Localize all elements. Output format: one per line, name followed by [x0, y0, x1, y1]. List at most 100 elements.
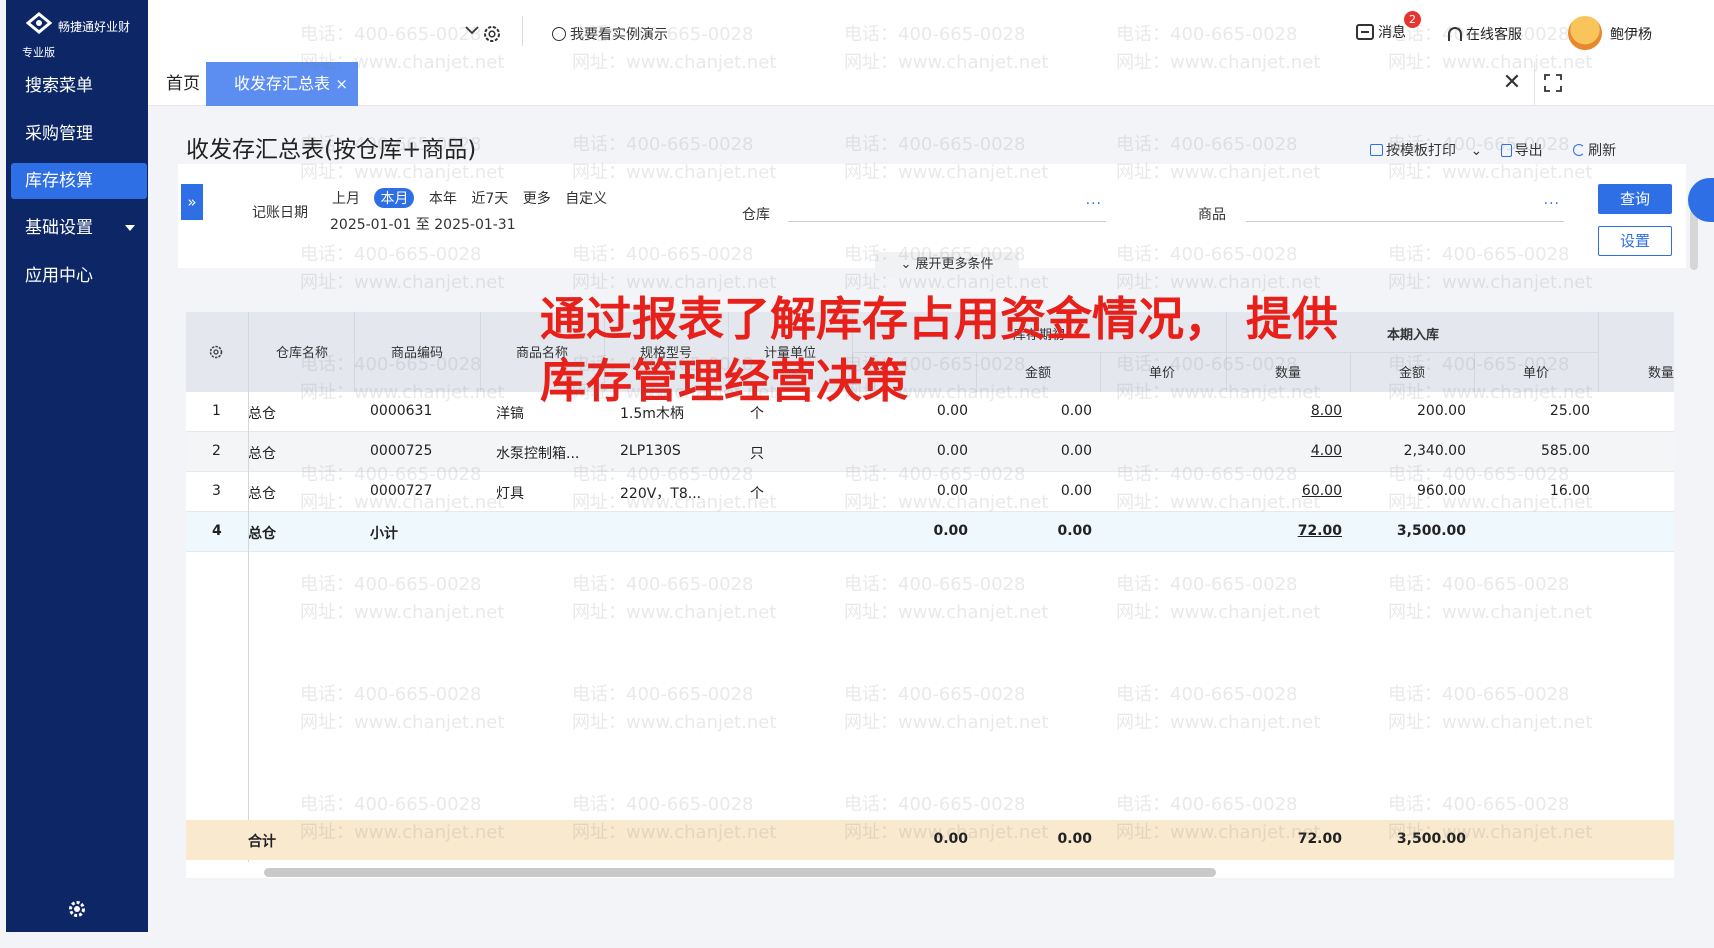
date-range[interactable]: 2025-01-01 至 2025-01-31 — [330, 214, 516, 234]
sidebar-item-search-menu[interactable]: 搜索菜单 — [11, 68, 147, 104]
date-filter-label: 记账日期 — [252, 205, 308, 221]
online-service-label: 在线客服 — [1466, 27, 1522, 43]
table-row[interactable]: 3 总仓 0000727 灯具 220V，T8... 个 0.00 0.00 6… — [186, 472, 1674, 512]
header-warehouse[interactable]: 仓库名称 — [250, 342, 354, 361]
demo-link[interactable]: 我要看实例演示 — [552, 24, 668, 44]
date-option-this-year[interactable]: 本年 — [429, 188, 457, 208]
chevron-down-icon — [465, 26, 479, 35]
subtotal-row[interactable]: 4 总仓 小计 0.00 0.00 72.00 3,500.00 — [186, 512, 1674, 552]
topbar: 我要看实例演示 消息 2 在线客服 鲍伊杨 — [148, 0, 1714, 62]
row-number: 4 — [212, 523, 222, 539]
warehouse-input[interactable]: ··· — [788, 192, 1106, 222]
gear-icon[interactable] — [66, 898, 88, 920]
header-divider — [1598, 312, 1599, 392]
cell-opening-amount: 0.00 — [1060, 443, 1092, 459]
date-option-last-7-days[interactable]: 近7天 — [471, 188, 508, 208]
messages-label: 消息 — [1378, 25, 1406, 41]
print-template-button[interactable]: 按模板打印 — [1370, 143, 1456, 159]
messages-button[interactable]: 消息 — [1356, 22, 1406, 42]
headset-icon — [1448, 27, 1462, 41]
fullscreen-icon[interactable] — [1544, 74, 1562, 92]
tab-close-icon[interactable]: × — [335, 62, 348, 106]
refresh-button[interactable]: 刷新 — [1573, 143, 1616, 159]
cell-in-price: 585.00 — [1541, 443, 1590, 459]
date-option-custom[interactable]: 自定义 — [565, 188, 607, 208]
query-button[interactable]: 查询 — [1598, 184, 1672, 214]
watermark-site: 网址：www.chanjet.net — [300, 272, 505, 293]
close-all-tabs-icon[interactable]: ✕ — [1500, 72, 1524, 96]
product-filter-label: 商品 — [1198, 207, 1226, 223]
cell-opening-amount: 0.00 — [1057, 523, 1092, 539]
header-out-qty[interactable]: 数量 — [1604, 362, 1674, 381]
cell-warehouse: 总仓 — [248, 526, 276, 542]
brand[interactable]: 畅捷通好业财 专业版 — [16, 8, 146, 59]
watermark-site: 网址：www.chanjet.net — [1388, 272, 1593, 293]
date-option-this-month[interactable]: 本月 — [374, 188, 415, 208]
topbar-divider — [522, 16, 523, 46]
online-service-button[interactable]: 在线客服 — [1448, 24, 1522, 44]
header-divider — [1350, 352, 1351, 392]
export-button[interactable]: 导出 — [1500, 143, 1543, 159]
promo-caption-line-2: 库存管理经营决策 — [540, 354, 908, 408]
cell-in-price: 25.00 — [1549, 403, 1590, 419]
sidebar-item-basic-settings[interactable]: 基础设置 — [11, 210, 147, 246]
product-picker-icon[interactable]: ··· — [1544, 196, 1560, 212]
sidebar-item-label: 应用中心 — [25, 266, 93, 286]
tab-home[interactable]: 首页 — [156, 62, 210, 106]
cell-warehouse: 总仓 — [248, 446, 276, 462]
printer-icon — [1370, 144, 1383, 156]
horizontal-scrollbar[interactable] — [264, 868, 1216, 877]
date-option-more[interactable]: 更多 — [523, 188, 551, 208]
tab-label: 收发存汇总表 — [234, 74, 331, 93]
sidebar-item-app-center[interactable]: 应用中心 — [11, 258, 147, 294]
tab-bar: 首页 收发存汇总表 × ✕ — [148, 62, 1714, 106]
sidebar-item-inventory[interactable]: 库存核算 — [11, 163, 147, 199]
date-option-last-month[interactable]: 上月 — [332, 188, 360, 208]
cell-spec: 220V，T8... — [620, 486, 702, 502]
product-input[interactable]: ··· — [1246, 192, 1564, 222]
vertical-scrollbar[interactable] — [1690, 210, 1698, 270]
message-count-badge: 2 — [1404, 11, 1421, 28]
tab-separator — [1534, 62, 1535, 106]
expand-more-conditions-label: 展开更多条件 — [915, 257, 994, 272]
expand-more-conditions-button[interactable]: ⌄ 展开更多条件 — [875, 252, 1019, 278]
row-number: 2 — [212, 443, 221, 459]
header-divider — [354, 312, 355, 392]
settings-button[interactable]: 设置 — [1598, 226, 1672, 256]
header-divider — [248, 312, 249, 392]
cell-unit: 个 — [750, 486, 764, 502]
sidebar: 畅捷通好业财 专业版 搜索菜单 采购管理 库存核算 基础设置 应用中心 — [6, 0, 148, 932]
print-options-chevron-icon[interactable]: ⌄ — [1470, 143, 1482, 159]
expand-panel-button[interactable]: » — [181, 184, 203, 220]
sidebar-item-label: 基础设置 — [25, 218, 93, 238]
warehouse-picker-icon[interactable]: ··· — [1086, 196, 1102, 212]
promo-caption: 通过报表了解库存占用资金情况， 提供 库存管理经营决策 — [540, 288, 1338, 412]
account-select[interactable] — [166, 14, 512, 48]
cell-warehouse: 总仓 — [248, 486, 276, 502]
total-in-amount: 3,500.00 — [1396, 831, 1466, 847]
page-title: 收发存汇总表(按仓库+商品) — [186, 137, 477, 163]
refresh-label: 刷新 — [1588, 143, 1617, 159]
table-row[interactable]: 2 总仓 0000725 水泵控制箱... 2LP130S 只 0.00 0.0… — [186, 432, 1674, 472]
row-number: 3 — [212, 483, 221, 499]
header-in-amount[interactable]: 金额 — [1350, 362, 1474, 381]
caret-down-icon — [125, 225, 135, 231]
avatar[interactable] — [1568, 16, 1602, 50]
watermark-phone: 电话：400-665-0028 — [572, 134, 754, 155]
sidebar-item-label: 库存核算 — [25, 171, 93, 191]
column-settings-icon[interactable] — [208, 344, 224, 360]
settings-gear-icon[interactable] — [482, 24, 502, 44]
brand-name: 畅捷通好业财 — [58, 20, 131, 34]
tab-inventory-summary[interactable]: 收发存汇总表 × — [206, 62, 358, 106]
total-label: 合计 — [248, 834, 276, 850]
cell-in-amount: 3,500.00 — [1396, 523, 1466, 539]
header-product-code[interactable]: 商品编码 — [354, 342, 480, 361]
user-name[interactable]: 鲍伊杨 — [1610, 24, 1652, 44]
warehouse-filter-label: 仓库 — [742, 207, 770, 223]
message-icon — [1356, 24, 1374, 40]
brand-logo-icon — [26, 12, 52, 34]
cell-subtotal-label: 小计 — [370, 526, 398, 542]
header-in-price[interactable]: 单价 — [1474, 362, 1598, 381]
sidebar-item-label: 搜索菜单 — [25, 76, 93, 96]
sidebar-item-purchase[interactable]: 采购管理 — [11, 116, 147, 152]
